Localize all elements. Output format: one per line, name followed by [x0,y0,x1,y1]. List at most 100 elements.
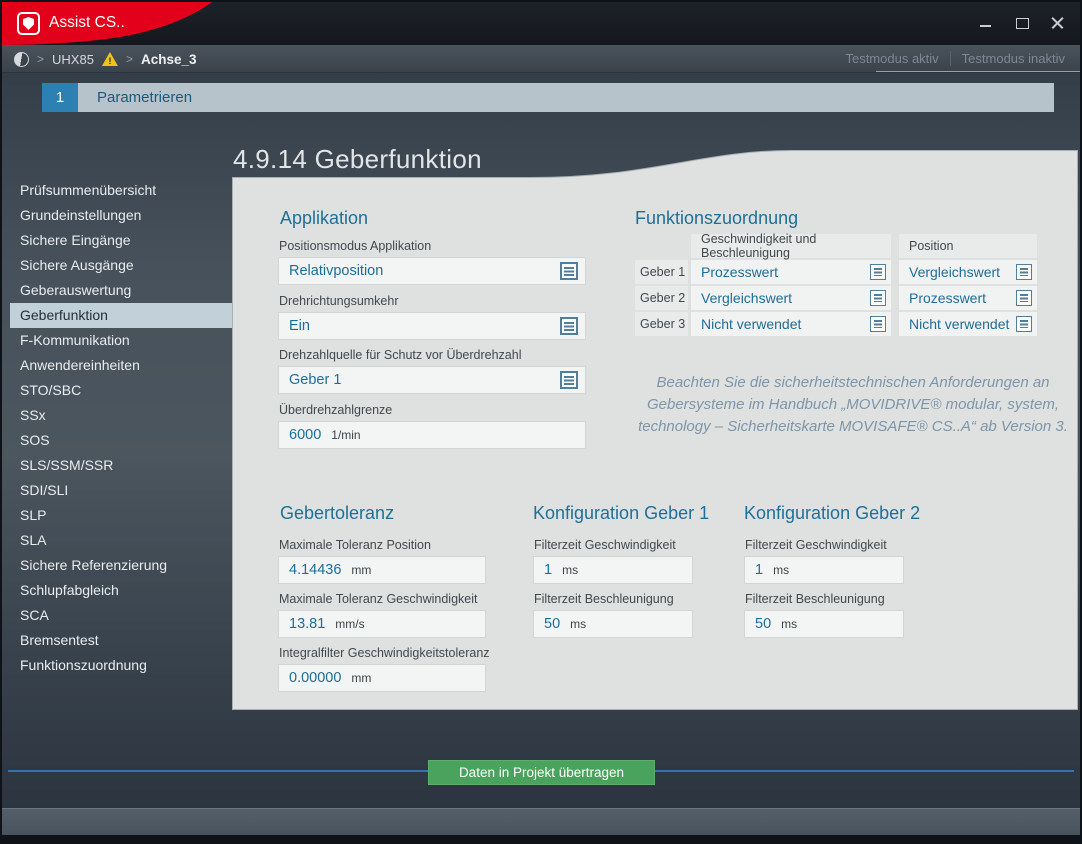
input-geber2-filterzeit-geschwindigkeit[interactable]: 1 ms [744,556,904,584]
dropdown-list-icon[interactable] [1016,290,1032,306]
dropdown-geber1-geschwindigkeit[interactable]: Prozesswert [691,260,891,284]
sidebar-item-bremsentest[interactable]: Bremsentest [10,628,234,653]
sidebar-item-sos[interactable]: SOS [10,428,234,453]
input-geber2-filterzeit-beschleunigung[interactable]: 50 ms [744,610,904,638]
dropdown-positionsmodus[interactable]: Relativposition [278,257,586,285]
sidebar-item-schlupfabgleich[interactable]: Schlupfabgleich [10,578,234,603]
sidebar-item-sichere-referenzierung[interactable]: Sichere Referenzierung [10,553,234,578]
dropdown-list-icon[interactable] [870,316,886,332]
table-row: Geber 3 Nicht verwendet Nicht verwendet [635,312,1037,336]
testmodus-aktiv-button[interactable]: Testmodus aktiv [834,51,949,66]
sidebar-item-geberauswertung[interactable]: Geberauswertung [10,278,234,303]
input-geber1-filterzeit-beschleunigung[interactable]: 50 ms [533,610,693,638]
dropdown-geber1-position[interactable]: Vergleichswert [899,260,1037,284]
dropdown-geber3-position[interactable]: Nicht verwendet [899,312,1037,336]
sidebar-item-sichere-eingaenge[interactable]: Sichere Eingänge [10,228,234,253]
field-label: Integralfilter Geschwindigkeitstoleranz [279,646,490,660]
globe-icon[interactable] [14,52,29,67]
dropdown-geber2-position[interactable]: Prozesswert [899,286,1037,310]
transfer-to-project-button[interactable]: Daten in Projekt übertragen [428,760,655,785]
dropdown-list-icon[interactable] [870,290,886,306]
sidebar-item-sla[interactable]: SLA [10,528,234,553]
unit-label: mm/s [335,617,364,631]
field-label: Drehzahlquelle für Schutz vor Überdrehza… [279,348,522,362]
sidebar-item-sca[interactable]: SCA [10,603,234,628]
unit-label: mm [351,671,371,685]
dropdown-drehrichtungsumkehr[interactable]: Ein [278,312,586,340]
dropdown-value: Vergleichswert [701,290,792,306]
warning-icon [102,52,118,66]
field-label: Filterzeit Beschleunigung [534,592,674,606]
maximize-icon[interactable] [1015,16,1028,29]
content-panel: Applikation Positionsmodus Applikation R… [232,150,1078,710]
status-bar [2,808,1080,835]
dropdown-list-icon[interactable] [560,371,578,389]
field-label: Filterzeit Geschwindigkeit [534,538,676,552]
row-label: Geber 3 [635,312,688,336]
dropdown-value: Geber 1 [289,372,341,388]
sidebar-item-sls-ssm-ssr[interactable]: SLS/SSM/SSR [10,453,234,478]
sidebar-item-funktionszuordnung[interactable]: Funktionszuordnung [10,653,234,678]
field-label: Maximale Toleranz Geschwindigkeit [279,592,477,606]
unit-label: ms [562,563,578,577]
section-title-konfiguration-geber-2: Konfiguration Geber 2 [744,503,920,524]
funktionszuordnung-table: Geschwindigkeit und Beschleunigung Posit… [635,234,1037,338]
sidebar-item-grundeinstellungen[interactable]: Grundeinstellungen [10,203,234,228]
input-max-toleranz-position[interactable]: 4.14436 mm [278,556,486,584]
sidebar-item-anwendereinheiten[interactable]: Anwendereinheiten [10,353,234,378]
dropdown-list-icon[interactable] [1016,264,1032,280]
dropdown-value: Prozesswert [909,290,986,306]
table-row: Geber 1 Prozesswert Vergleichswert [635,260,1037,284]
table-row: Geber 2 Vergleichswert Prozesswert [635,286,1037,310]
sidebar-item-f-kommunikation[interactable]: F-Kommunikation [10,328,234,353]
chevron-right-icon: > [37,52,44,66]
input-value: 0.00000 [289,670,341,686]
dropdown-value: Relativposition [289,263,383,279]
dropdown-list-icon[interactable] [1016,316,1032,332]
sidebar-item-ssx[interactable]: SSx [10,403,234,428]
sidebar-item-sdi-sli[interactable]: SDI/SLI [10,478,234,503]
dropdown-geber3-geschwindigkeit[interactable]: Nicht verwendet [691,312,891,336]
field-label: Filterzeit Beschleunigung [745,592,885,606]
dropdown-drehzahlquelle[interactable]: Geber 1 [278,366,586,394]
field-label: Maximale Toleranz Position [279,538,431,552]
sidebar-item-pruefsummenuebersicht[interactable]: Prüfsummenübersicht [10,178,234,203]
safety-note: Beachten Sie die sicherheitstechnischen … [637,372,1069,437]
dropdown-value: Prozesswert [701,264,778,280]
testmodus-inaktiv-button[interactable]: Testmodus inaktiv [951,51,1076,66]
sidebar-item-sto-sbc[interactable]: STO/SBC [10,378,234,403]
column-header-position: Position [899,234,1037,258]
sidebar-item-slp[interactable]: SLP [10,503,234,528]
input-geber1-filterzeit-geschwindigkeit[interactable]: 1 ms [533,556,693,584]
input-integralfilter[interactable]: 0.00000 mm [278,664,486,692]
window-controls [979,16,1064,29]
dropdown-geber2-geschwindigkeit[interactable]: Vergleichswert [691,286,891,310]
row-label: Geber 2 [635,286,688,310]
dropdown-list-icon[interactable] [560,317,578,335]
dropdown-list-icon[interactable] [560,262,578,280]
app-window: Assist CS.. > UHX85 > Achse_3 Testmodus … [0,0,1082,844]
sidebar-item-geberfunktion[interactable]: Geberfunktion [10,303,234,328]
dropdown-value: Nicht verwendet [701,316,801,332]
breadcrumb-axis[interactable]: Achse_3 [141,52,197,67]
field-label: Drehrichtungsumkehr [279,294,399,308]
step-header-parametrieren[interactable]: 1 Parametrieren [42,83,1054,112]
shield-logo-icon [17,12,40,35]
input-max-toleranz-geschwindigkeit[interactable]: 13.81 mm/s [278,610,486,638]
page-background: 1 Parametrieren 4.9.14 Geberfunktion Prü… [2,73,1080,808]
breadcrumb-device[interactable]: UHX85 [52,52,94,67]
input-ueberdrehzahlgrenze[interactable]: 6000 1/min [278,421,586,449]
section-title-funktionszuordnung: Funktionszuordnung [635,208,798,229]
input-value: 50 [544,616,560,632]
dropdown-list-icon[interactable] [870,264,886,280]
sidebar-item-sichere-ausgaenge[interactable]: Sichere Ausgänge [10,253,234,278]
sidebar-nav: Prüfsummenübersicht Grundeinstellungen S… [10,178,234,678]
step-label: Parametrieren [78,83,1054,112]
minimize-icon[interactable] [979,16,992,29]
close-icon[interactable] [1051,16,1064,29]
breadcrumb: > UHX85 > Achse_3 Testmodus aktiv Testmo… [2,45,1080,73]
row-label: Geber 1 [635,260,688,284]
column-header-geschwindigkeit: Geschwindigkeit und Beschleunigung [691,234,891,258]
dropdown-value: Vergleichswert [909,264,1000,280]
dropdown-value: Ein [289,318,310,334]
